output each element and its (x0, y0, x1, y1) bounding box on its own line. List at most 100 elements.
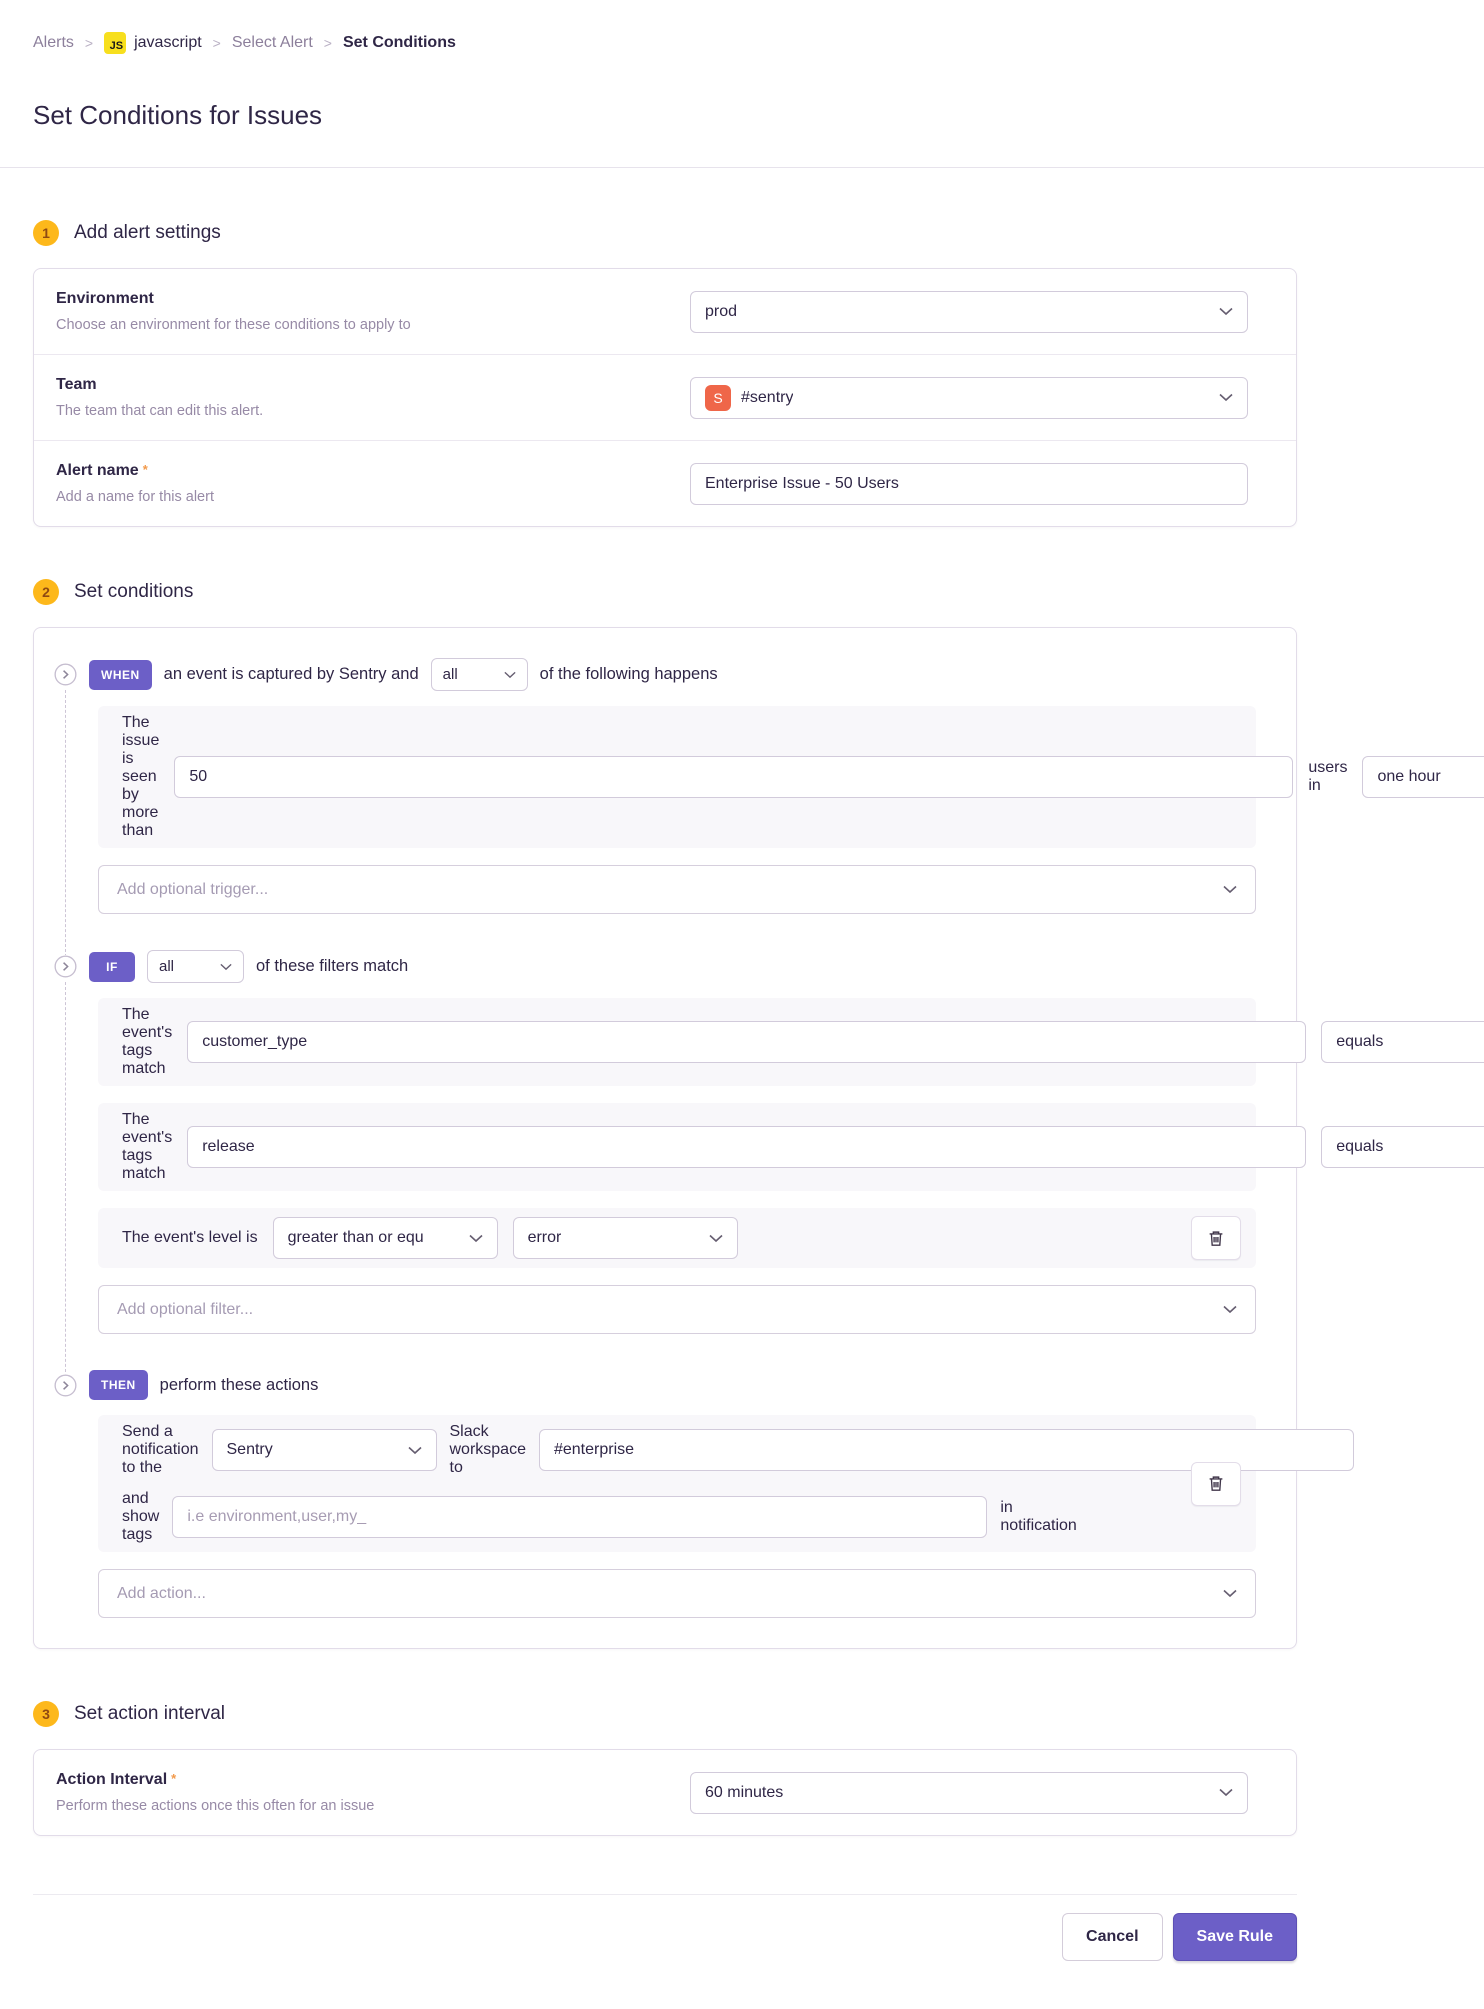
step-1-heading: 1 Add alert settings (33, 220, 1297, 246)
workspace-select[interactable]: Sentry (212, 1429, 437, 1471)
step-2-heading: 2 Set conditions (33, 579, 1297, 605)
team-select[interactable]: S #sentry (690, 377, 1248, 419)
alert-name-field-row: Alert name* Add a name for this alert (34, 441, 1296, 526)
chevron-right-separator: > (324, 35, 332, 51)
step-2-number-badge: 2 (33, 579, 59, 605)
action-text: Send a notification to the (122, 1423, 199, 1477)
action-interval-value: 60 minutes (705, 1784, 783, 1802)
breadcrumb-project[interactable]: JS javascript (104, 32, 202, 54)
filter-row-level: The event's level is greater than or equ… (98, 1208, 1256, 1268)
interval-select[interactable]: one hour (1362, 756, 1484, 798)
filter-label: The event's level is (122, 1229, 258, 1247)
cancel-button[interactable]: Cancel (1062, 1913, 1162, 1961)
filter-label: The event's tags match (122, 1006, 172, 1078)
when-match-select[interactable]: all (431, 658, 528, 691)
chevron-down-icon (1219, 393, 1233, 402)
tag-operator-select[interactable]: equals (1321, 1021, 1484, 1063)
chevron-down-icon (1219, 1788, 1233, 1797)
level-value-select[interactable]: error (513, 1217, 738, 1259)
alert-name-help: Add a name for this alert (56, 489, 660, 505)
when-condition-row: The issue is seen by more than users in … (98, 706, 1256, 848)
team-field-row: Team The team that can edit this alert. … (34, 355, 1296, 441)
condition-text-middle: users in (1308, 759, 1347, 795)
breadcrumb-select-alert[interactable]: Select Alert (232, 34, 313, 52)
chevron-down-icon (1219, 307, 1233, 316)
team-select-value: #sentry (741, 389, 793, 407)
footer-actions: Cancel Save Rule (33, 1913, 1297, 1961)
tag-key-input[interactable] (187, 1021, 1306, 1063)
breadcrumb: Alerts > JS javascript > Select Alert > … (33, 32, 1297, 54)
step-1-number-badge: 1 (33, 220, 59, 246)
when-badge: WHEN (89, 660, 152, 690)
environment-help: Choose an environment for these conditio… (56, 317, 660, 333)
alert-name-label: Alert name* (56, 462, 660, 480)
breadcrumb-alerts[interactable]: Alerts (33, 34, 74, 52)
action-text: Slack workspace to (450, 1423, 526, 1477)
chevron-down-icon (1223, 885, 1237, 894)
breadcrumb-project-label: javascript (134, 34, 202, 52)
alert-name-input[interactable] (690, 463, 1248, 505)
environment-select[interactable]: prod (690, 291, 1248, 333)
header-divider (0, 167, 1484, 168)
action-row-slack: Send a notification to the Sentry Slack … (98, 1415, 1256, 1552)
filter-row-tags-2: The event's tags match equals (98, 1103, 1256, 1191)
then-badge: THEN (89, 1370, 148, 1400)
javascript-platform-icon: JS (104, 32, 126, 54)
if-match-select[interactable]: all (147, 950, 244, 983)
step-2-title: Set conditions (74, 581, 193, 603)
action-interval-select[interactable]: 60 minutes (690, 1772, 1248, 1814)
team-label: Team (56, 376, 660, 394)
breadcrumb-current: Set Conditions (343, 34, 456, 52)
add-action-dropdown[interactable]: Add action... (98, 1569, 1256, 1618)
chevron-down-icon (1223, 1305, 1237, 1314)
trash-icon (1208, 1230, 1224, 1247)
when-group: WHEN an event is captured by Sentry and … (54, 658, 1256, 914)
collapse-chevron-icon[interactable] (54, 663, 77, 686)
dashed-connector (65, 982, 66, 1382)
page-title: Set Conditions for Issues (33, 100, 1297, 131)
dashed-connector (65, 690, 66, 962)
step-1-title: Add alert settings (74, 222, 221, 244)
save-rule-button[interactable]: Save Rule (1173, 1913, 1297, 1961)
collapse-chevron-icon[interactable] (54, 1374, 77, 1397)
show-tags-input[interactable] (172, 1496, 987, 1538)
environment-select-value: prod (705, 303, 737, 321)
team-avatar: S (705, 385, 731, 411)
delete-filter-button[interactable] (1191, 1216, 1241, 1260)
filter-row-tags-1: The event's tags match equals (98, 998, 1256, 1086)
when-text-before: an event is captured by Sentry and (164, 665, 419, 684)
when-text-after: of the following happens (540, 665, 718, 684)
action-interval-help: Perform these actions once this often fo… (56, 1798, 660, 1814)
action-text: in notification (1000, 1499, 1076, 1535)
alert-settings-panel: Environment Choose an environment for th… (33, 268, 1297, 527)
chevron-down-icon (1223, 1589, 1237, 1598)
add-trigger-dropdown[interactable]: Add optional trigger... (98, 865, 1256, 914)
required-asterisk: * (171, 1771, 176, 1786)
step-3-number-badge: 3 (33, 1701, 59, 1727)
footer-divider (33, 1894, 1297, 1895)
team-help: The team that can edit this alert. (56, 403, 660, 419)
tag-key-input[interactable] (187, 1126, 1306, 1168)
step-3-title: Set action interval (74, 1703, 225, 1725)
then-text-after: perform these actions (160, 1376, 319, 1395)
action-interval-label: Action Interval* (56, 1771, 660, 1789)
chevron-right-separator: > (213, 35, 221, 51)
if-badge: IF (89, 952, 135, 982)
tag-operator-select[interactable]: equals (1321, 1126, 1484, 1168)
if-group: IF all of these filters match The event'… (54, 950, 1256, 1334)
page-header: Alerts > JS javascript > Select Alert > … (0, 0, 1484, 131)
add-filter-dropdown[interactable]: Add optional filter... (98, 1285, 1256, 1334)
then-group: THEN perform these actions Send a notifi… (54, 1370, 1256, 1618)
filter-label: The event's tags match (122, 1111, 172, 1183)
chevron-right-separator: > (85, 35, 93, 51)
collapse-chevron-icon[interactable] (54, 955, 77, 978)
if-text-after: of these filters match (256, 957, 408, 976)
action-text: and show tags (122, 1490, 159, 1544)
action-interval-row: Action Interval* Perform these actions o… (34, 1750, 1296, 1835)
trash-icon (1208, 1475, 1224, 1492)
level-operator-select[interactable]: greater than or equ (273, 1217, 498, 1259)
environment-field-row: Environment Choose an environment for th… (34, 269, 1296, 355)
delete-action-button[interactable] (1191, 1462, 1241, 1506)
user-count-input[interactable] (174, 756, 1293, 798)
action-interval-panel: Action Interval* Perform these actions o… (33, 1749, 1297, 1836)
